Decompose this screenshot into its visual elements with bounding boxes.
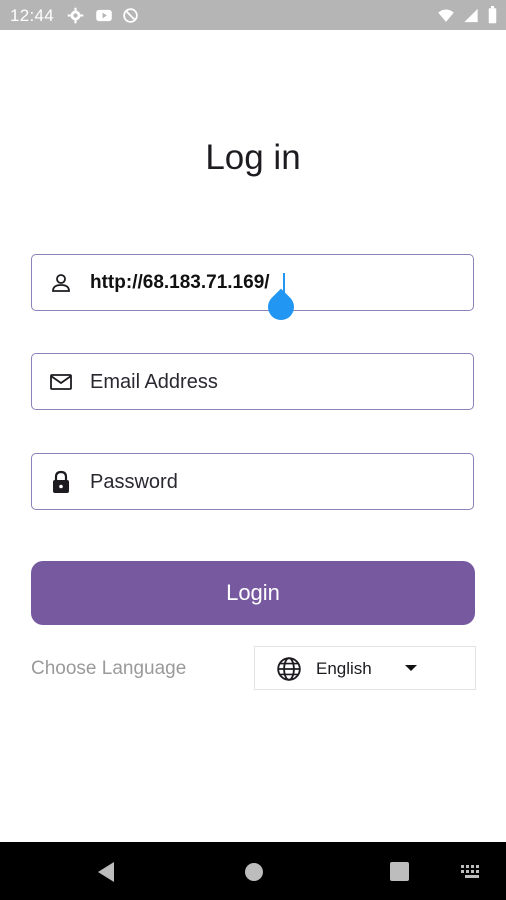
status-bar: 12:44 <box>0 0 506 30</box>
recents-icon[interactable] <box>390 862 409 881</box>
lock-icon <box>53 470 69 493</box>
page-title: Log in <box>205 138 301 177</box>
globe-icon <box>277 657 301 681</box>
email-input[interactable] <box>90 366 460 398</box>
no-sync-icon <box>123 8 138 23</box>
cursor-handle[interactable] <box>262 288 300 326</box>
password-input[interactable] <box>90 466 460 498</box>
chevron-down-icon <box>405 665 417 671</box>
mail-icon <box>50 374 72 390</box>
keyboard-icon[interactable] <box>461 865 483 879</box>
language-selected: English <box>316 659 372 678</box>
signal-icon <box>464 8 478 22</box>
wifi-icon <box>438 8 454 22</box>
server-url-field[interactable]: http://68.183.71.169/ <box>31 254 474 326</box>
email-field[interactable] <box>31 353 474 410</box>
server-url-value[interactable]: http://68.183.71.169/ <box>90 272 270 294</box>
status-time: 12:44 <box>10 6 55 25</box>
back-icon[interactable] <box>96 861 116 883</box>
home-icon[interactable] <box>244 862 264 882</box>
password-field[interactable] <box>31 453 474 510</box>
system-nav-bar <box>0 842 506 900</box>
battery-icon <box>488 6 497 24</box>
status-indicators <box>437 6 498 24</box>
settings-icon <box>67 7 84 24</box>
login-button[interactable]: Login <box>31 561 475 625</box>
language-dropdown[interactable]: English <box>254 646 476 690</box>
youtube-icon <box>96 9 112 22</box>
choose-language-label: Choose Language <box>31 658 187 679</box>
person-icon <box>52 274 70 292</box>
